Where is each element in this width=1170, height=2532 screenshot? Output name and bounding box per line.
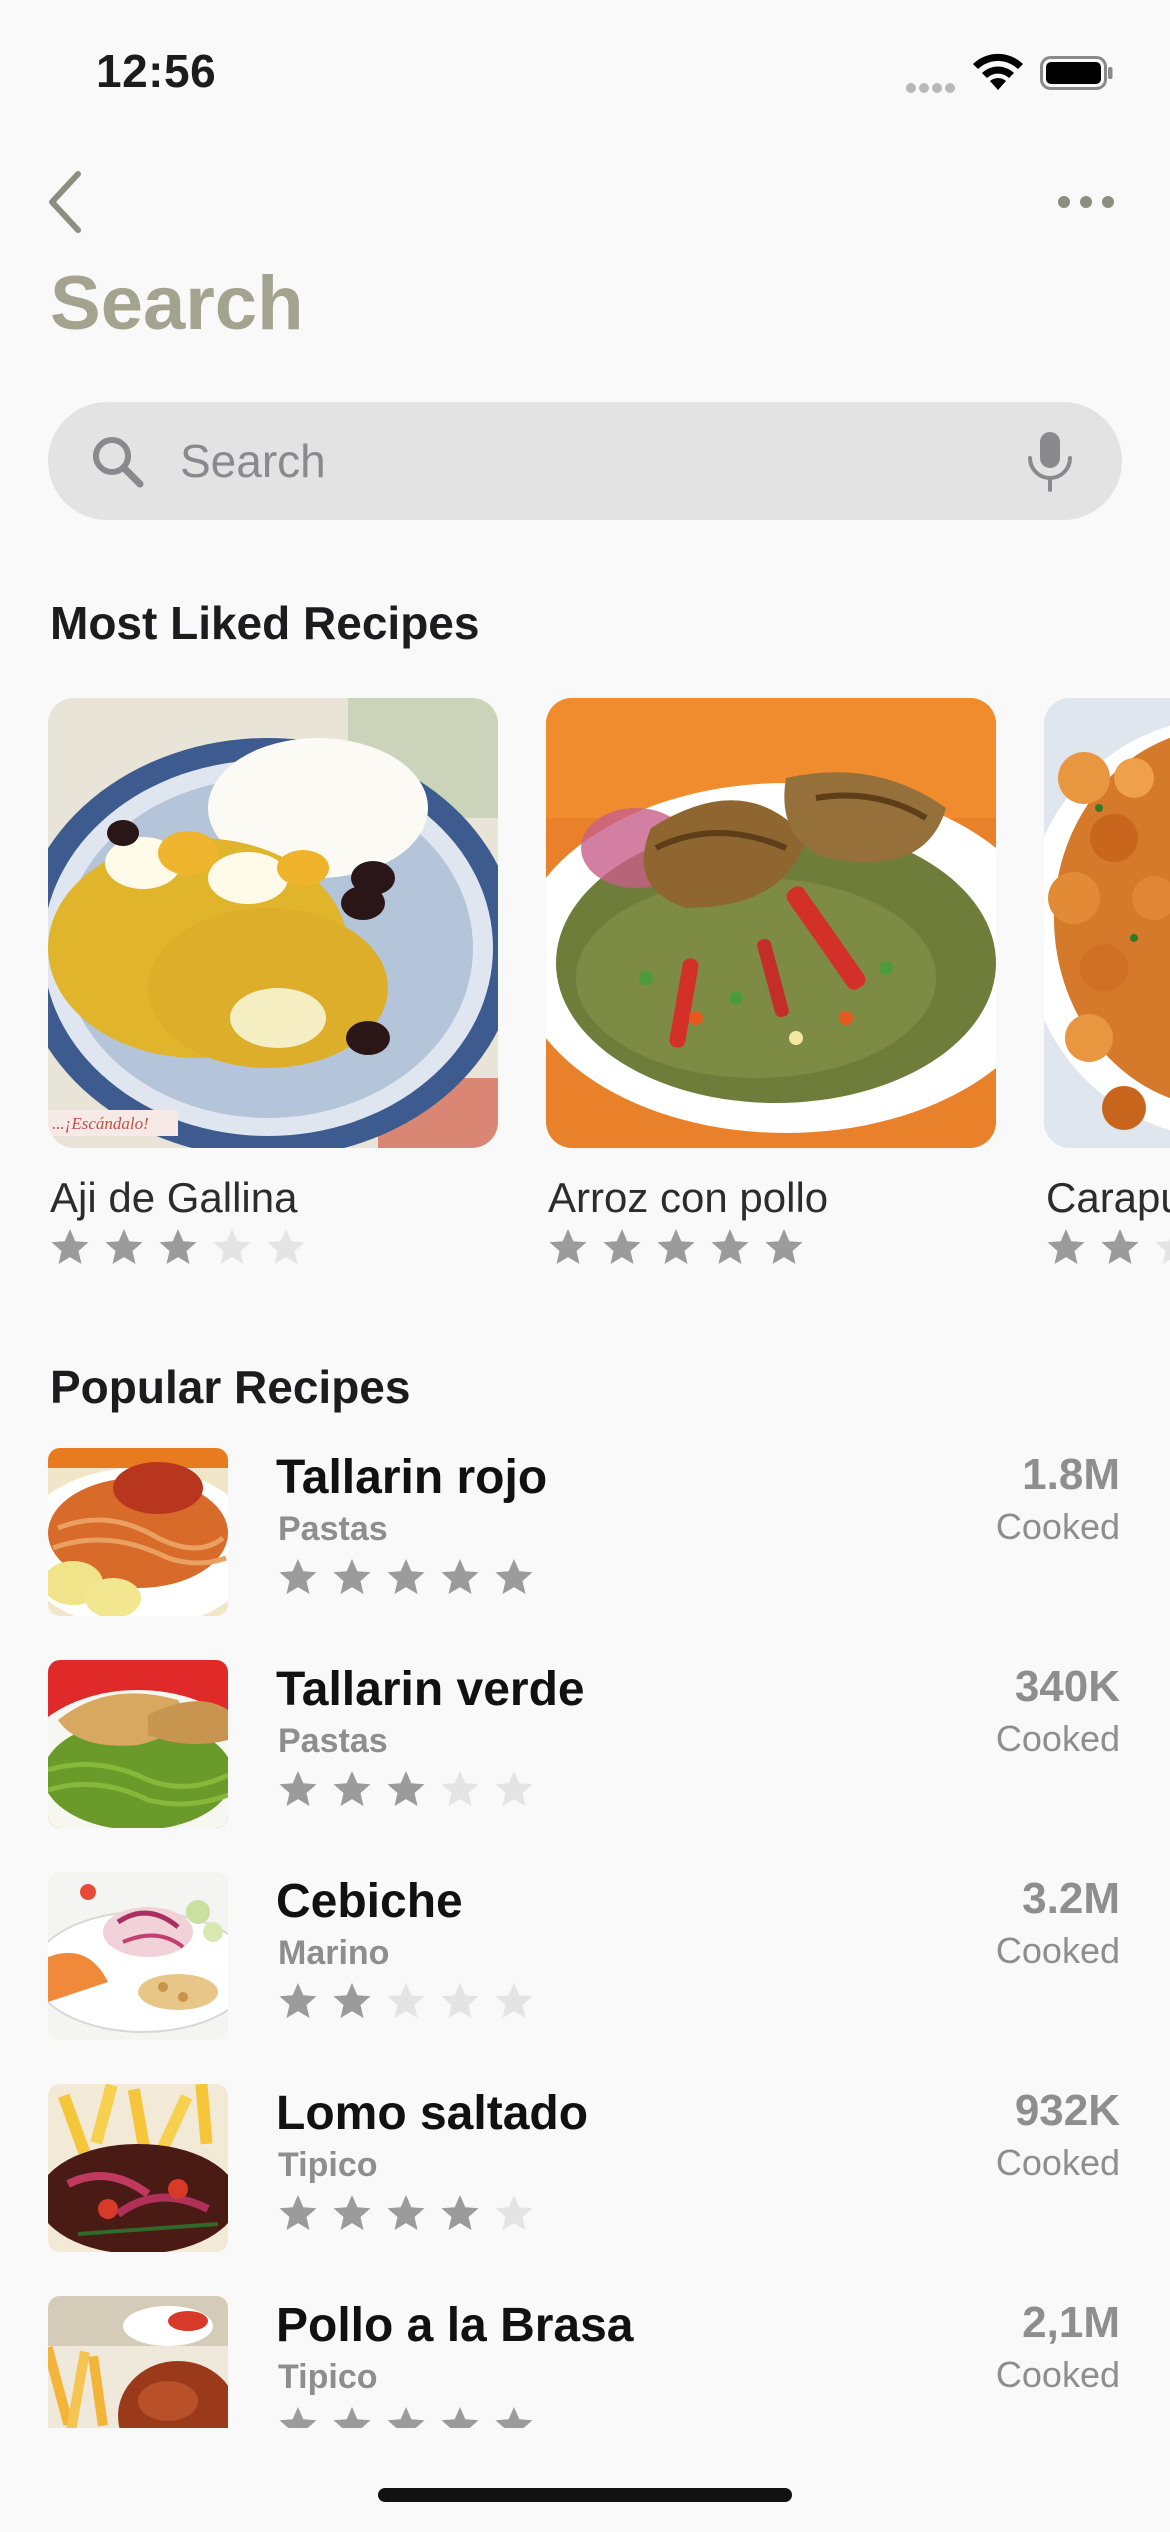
recipe-image[interactable]: ...¡Escándalo! (48, 698, 498, 1148)
rating-stars (276, 1768, 536, 1812)
more-options-icon[interactable] (1056, 182, 1116, 222)
star-empty-icon (267, 1229, 305, 1264)
star-filled-icon (765, 1229, 803, 1264)
rating-stars (276, 2192, 536, 2236)
star-empty-icon (495, 2195, 533, 2230)
star-filled-icon (279, 1559, 317, 1594)
star-filled-icon (495, 1559, 533, 1594)
star-filled-icon (159, 1229, 197, 1264)
search-input[interactable] (180, 426, 1000, 496)
star-filled-icon (657, 1229, 695, 1264)
star-filled-icon (1047, 1229, 1085, 1264)
list-item[interactable]: Tallarin verde Pastas 340K Cooked (48, 1660, 1122, 1830)
most-liked-heading: Most Liked Recipes (50, 597, 480, 649)
star-filled-icon (711, 1229, 749, 1264)
recipe-name: Tallarin verde (276, 1663, 585, 1716)
star-filled-icon (333, 1559, 371, 1594)
cooked-label: Cooked (995, 2354, 1120, 2395)
bottom-safe-area (0, 2428, 1170, 2532)
star-empty-icon (213, 1229, 251, 1264)
rating-stars (48, 1226, 308, 1270)
cellular-signal-icon (906, 80, 958, 93)
cooked-count: 340K (1014, 1662, 1120, 1711)
recipe-name: Pollo a la Brasa (276, 2299, 634, 2352)
recipe-thumbnail[interactable] (48, 2084, 228, 2252)
microphone-icon[interactable] (1024, 430, 1076, 492)
cooked-count: 2,1M (1022, 2298, 1120, 2347)
star-filled-icon (279, 2195, 317, 2230)
search-icon (93, 437, 144, 488)
cooked-label: Cooked (995, 1506, 1120, 1547)
most-liked-carousel[interactable]: ...¡Escándalo! Aji de Gallina Arroz con … (48, 698, 1170, 1288)
star-filled-icon (279, 1771, 317, 1806)
star-filled-icon (1101, 1229, 1139, 1264)
star-filled-icon (603, 1229, 641, 1264)
list-item[interactable]: Lomo saltado Tipico 932K Cooked (48, 2084, 1122, 2254)
cooked-count: 932K (1014, 2086, 1120, 2135)
star-filled-icon (387, 1771, 425, 1806)
recipe-name: Arroz con pollo (548, 1174, 829, 1221)
star-empty-icon (495, 1771, 533, 1806)
star-filled-icon (105, 1229, 143, 1264)
recipe-image[interactable] (1044, 698, 1170, 1148)
star-filled-icon (441, 2195, 479, 2230)
recipe-name: Lomo saltado (276, 2087, 589, 2140)
star-filled-icon (51, 1229, 89, 1264)
recipe-category: Marino (278, 1934, 390, 1972)
recipe-image[interactable] (546, 698, 996, 1148)
recipe-category: Pastas (278, 1722, 388, 1760)
home-indicator[interactable] (378, 2488, 792, 2502)
star-filled-icon (441, 1559, 479, 1594)
recipe-card[interactable]: Arroz con pollo (546, 698, 996, 1264)
recipe-card[interactable]: ...¡Escándalo! Aji de Gallina (48, 698, 498, 1264)
star-empty-icon (1155, 1238, 1170, 1264)
recipe-category: Tipico (278, 2358, 378, 2396)
star-filled-icon (549, 1229, 587, 1264)
recipe-category: Pastas (278, 1510, 388, 1548)
star-filled-icon (387, 1559, 425, 1594)
search-bar[interactable] (48, 402, 1122, 520)
recipe-name: Tallarin rojo (276, 1451, 548, 1504)
rating-stars (276, 1980, 536, 2024)
status-time: 12:56 (96, 45, 217, 97)
star-filled-icon (333, 2195, 371, 2230)
recipe-thumbnail[interactable] (48, 1660, 228, 1828)
cooked-label: Cooked (995, 1930, 1120, 1971)
star-filled-icon (333, 1983, 371, 2018)
rating-stars (1044, 1226, 1170, 1270)
star-filled-icon (387, 2195, 425, 2230)
recipe-name: Carapulcra (1046, 1174, 1170, 1221)
cooked-label: Cooked (995, 2142, 1120, 2183)
wifi-icon (973, 53, 1023, 90)
back-chevron-icon[interactable] (44, 168, 88, 236)
recipe-thumbnail[interactable] (48, 1872, 228, 2040)
popular-heading: Popular Recipes (50, 1361, 411, 1413)
svg-text:...¡Escándalo!: ...¡Escándalo! (52, 1114, 149, 1133)
star-empty-icon (387, 1983, 425, 2018)
star-filled-icon (333, 1771, 371, 1806)
star-empty-icon (495, 1983, 533, 2018)
recipe-thumbnail[interactable] (48, 1448, 228, 1616)
page-title: Search (50, 261, 304, 346)
rating-stars (276, 1556, 536, 1600)
battery-icon (1040, 56, 1113, 90)
recipe-name: Cebiche (276, 1875, 463, 1928)
list-item[interactable]: Cebiche Marino 3.2M Cooked (48, 1872, 1122, 2042)
star-empty-icon (441, 1983, 479, 2018)
recipe-category: Tipico (278, 2146, 378, 2184)
cooked-count: 3.2M (1022, 1874, 1120, 1923)
star-empty-icon (441, 1771, 479, 1806)
cooked-label: Cooked (995, 1718, 1120, 1759)
status-bar: 12:56 (0, 0, 1170, 140)
star-filled-icon (279, 1983, 317, 2018)
recipe-name: Aji de Gallina (50, 1174, 298, 1221)
cooked-count: 1.8M (1022, 1450, 1120, 1499)
list-item[interactable]: Tallarin rojo Pastas 1.8M Cooked (48, 1448, 1122, 1618)
recipe-card[interactable]: Carapulcra (1044, 698, 1170, 1264)
rating-stars (546, 1226, 806, 1270)
